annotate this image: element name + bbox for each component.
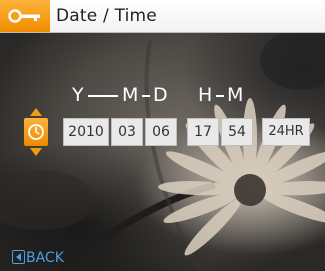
separator [142, 95, 150, 97]
separator [216, 95, 224, 97]
year-field[interactable]: 2010 [63, 118, 109, 146]
day-label: D [153, 84, 168, 106]
header-bar: Date / Time [0, 0, 325, 33]
back-label: BACK [26, 250, 64, 266]
hour-field[interactable]: 17 [187, 118, 219, 146]
arrow-up-icon[interactable] [30, 108, 42, 116]
hour-label: H [198, 84, 213, 106]
year-label: Y [72, 84, 84, 106]
back-button[interactable]: BACK [12, 250, 64, 266]
separator [88, 95, 118, 97]
month-label: M [122, 84, 139, 106]
back-arrow-icon [12, 250, 25, 264]
page-title: Date / Time [56, 6, 157, 26]
arrow-down-icon[interactable] [30, 148, 42, 156]
clock-selector[interactable] [24, 118, 48, 146]
minute-label: M [227, 84, 244, 106]
settings-tab[interactable] [0, 0, 50, 32]
month-field[interactable]: 03 [111, 118, 143, 146]
time-format-field[interactable]: 24HR [262, 118, 310, 146]
wrench-icon [8, 9, 40, 23]
day-field[interactable]: 06 [145, 118, 177, 146]
screen: Date / Time Y M D H M 2010 03 06 17 54 2… [0, 0, 325, 271]
minute-field[interactable]: 54 [221, 118, 253, 146]
clock-icon [28, 124, 44, 140]
